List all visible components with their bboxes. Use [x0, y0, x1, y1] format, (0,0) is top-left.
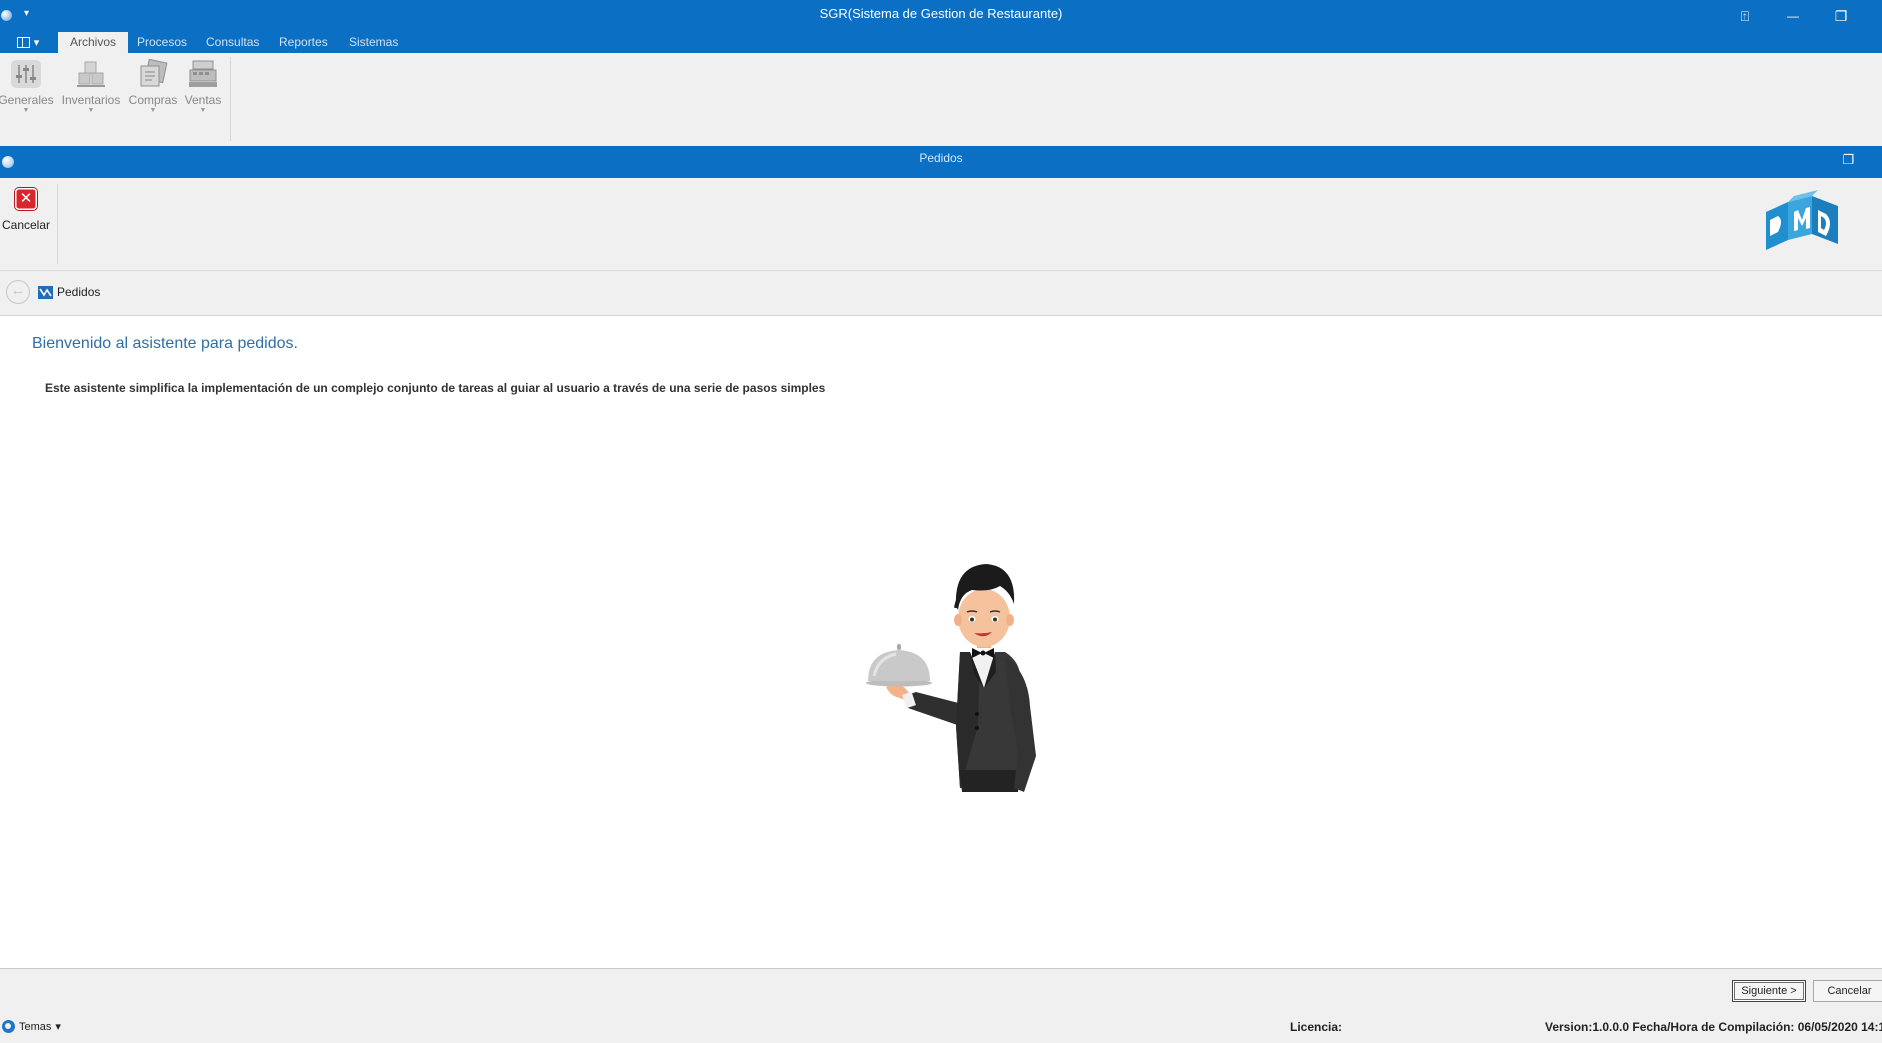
layout-icon — [16, 36, 30, 48]
document-restore-button[interactable]: ❐ — [1842, 152, 1854, 168]
inventarios-label: Inventarios — [61, 93, 121, 107]
title-bar: ▾ SGR(Sistema de Gestion de Restaurante)… — [0, 0, 1882, 32]
dropdown-arrow-icon: ▼ — [87, 107, 95, 114]
company-logo-icon — [1766, 190, 1838, 250]
minimize-button[interactable]: — — [1779, 6, 1807, 26]
sliders-icon — [11, 60, 41, 88]
tab-procesos[interactable]: Procesos — [125, 32, 199, 53]
boxes-icon — [77, 61, 105, 87]
waiter-illustration — [866, 564, 1036, 792]
ventas-button[interactable]: Ventas ▼ — [182, 59, 224, 131]
breadcrumb-bar: ← Pedidos — [0, 271, 1882, 316]
generales-button[interactable]: Generales ▼ — [0, 59, 54, 131]
ribbon-tab-bar: ▾ Archivos Procesos Consultas Reportes S… — [0, 32, 1882, 53]
dropdown-arrow-icon: ▼ — [199, 107, 207, 114]
tab-archivos[interactable]: Archivos — [58, 32, 129, 53]
back-button[interactable]: ← — [6, 280, 30, 304]
themes-menu[interactable]: Temas ▾ — [2, 1020, 61, 1033]
footer-cancel-button[interactable]: Cancelar — [1813, 980, 1882, 1002]
license-label: Licencia: — [1290, 1020, 1343, 1034]
themes-icon — [2, 1020, 15, 1033]
document-title: Pedidos — [919, 151, 963, 165]
compras-label: Compras — [128, 93, 178, 107]
themes-dropdown-icon: ▾ — [55, 1021, 61, 1033]
wizard-icon — [38, 286, 53, 299]
wizard-description: Este asistente simplifica la implementac… — [45, 381, 826, 395]
version-info: Version:1.0.0.0 Fecha/Hora de Compilació… — [1545, 1020, 1882, 1034]
next-button[interactable]: Siguiente > — [1732, 980, 1806, 1002]
compras-button[interactable]: Compras ▼ — [128, 59, 178, 131]
ribbon-panel: Generales ▼ Inventarios ▼ Compras ▼ Vent… — [0, 53, 1882, 146]
generales-label: Generales — [0, 93, 54, 107]
tab-reportes[interactable]: Reportes — [267, 32, 340, 53]
restore-button[interactable]: ❐ — [1827, 6, 1855, 26]
app-menu-button[interactable]: ▾ — [6, 33, 50, 51]
dropdown-arrow-icon: ▼ — [149, 107, 157, 114]
document-toolbar: ✕ Cancelar — [0, 178, 1882, 271]
toolbar-cancel-label: Cancelar — [1, 218, 51, 232]
tab-consultas[interactable]: Consultas — [194, 32, 271, 53]
ribbon-separator — [230, 57, 231, 141]
wizard-footer: Siguiente > Cancelar Temas ▾ Licencia: V… — [0, 968, 1882, 1043]
cash-register-icon — [189, 60, 217, 87]
window-title: SGR(Sistema de Gestion de Restaurante) — [819, 6, 1063, 21]
dropdown-arrow-icon: ▼ — [22, 107, 30, 114]
wizard-welcome-title: Bienvenido al asistente para pedidos. — [32, 335, 298, 352]
breadcrumb-pedidos[interactable]: Pedidos — [57, 285, 100, 299]
toolbar-separator — [57, 184, 58, 264]
ventas-label: Ventas — [184, 93, 222, 107]
app-menu-arrow-icon: ▾ — [33, 36, 40, 49]
tab-sistemas[interactable]: Sistemas — [337, 32, 410, 53]
toolbar-cancel-button[interactable]: ✕ Cancelar — [2, 188, 50, 258]
help-icon[interactable]: ⍐ — [1731, 6, 1759, 26]
inventarios-button[interactable]: Inventarios ▼ — [60, 59, 122, 131]
close-icon: ✕ — [15, 188, 37, 210]
themes-label: Temas — [19, 1020, 52, 1033]
document-title-bar: Pedidos ❐ — [0, 146, 1882, 178]
purchase-documents-icon — [140, 59, 168, 87]
back-arrow-icon: ← — [10, 282, 26, 299]
